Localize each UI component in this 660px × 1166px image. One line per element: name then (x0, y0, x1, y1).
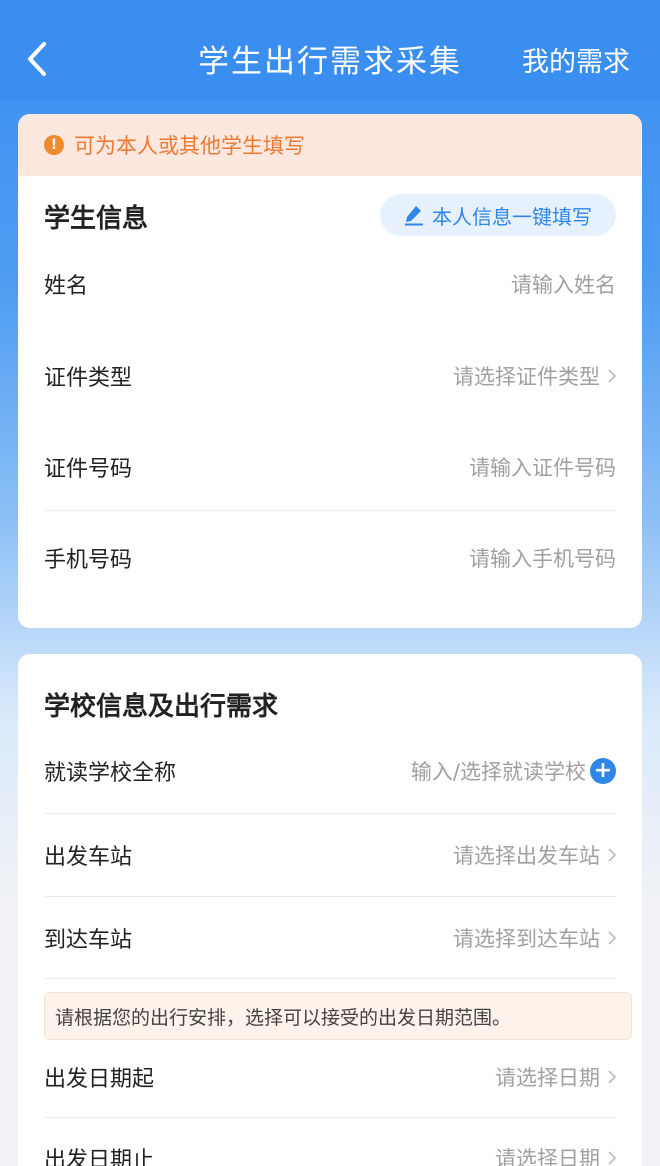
field-label: 手机号码 (44, 548, 133, 573)
field-placeholder: 请输入证件号码 (469, 456, 616, 480)
field-label: 证件号码 (44, 457, 133, 482)
field-label: 证件类型 (44, 366, 133, 391)
field-placeholder: 请选择日期 (495, 1066, 600, 1090)
quick-fill-label: 本人信息一键填写 (432, 204, 592, 229)
date-start-select[interactable]: 请选择日期 (495, 1062, 616, 1092)
nav-bar: 学生出行需求采集 我的需求 (0, 0, 660, 100)
field-date-end[interactable]: 出发日期止 请选择日期 (44, 1138, 616, 1166)
phone-input[interactable]: 请输入手机号码 (469, 543, 616, 573)
id-number-input[interactable]: 请输入证件号码 (469, 452, 616, 482)
field-label: 出发车站 (44, 845, 133, 870)
notice-text: 可为本人或其他学生填写 (74, 134, 305, 158)
exclamation-icon: ! (44, 135, 64, 155)
field-name[interactable]: 姓名 请输入姓名 (44, 264, 616, 304)
field-arrival-station[interactable]: 到达车站 请选择到达车站 (44, 918, 616, 958)
name-input[interactable]: 请输入姓名 (511, 269, 616, 299)
date-end-select[interactable]: 请选择日期 (495, 1143, 616, 1166)
field-departure-station[interactable]: 出发车站 请选择出发车站 (44, 835, 616, 875)
divider (44, 510, 616, 511)
chevron-right-icon (608, 848, 616, 862)
pencil-icon (404, 204, 424, 226)
field-placeholder: 请选择到达车站 (453, 927, 600, 951)
field-label: 就读学校全称 (44, 761, 177, 786)
departure-station-select[interactable]: 请选择出发车站 (453, 840, 616, 870)
field-placeholder: 请输入手机号码 (469, 547, 616, 571)
section-title-student: 学生信息 (44, 204, 149, 234)
chevron-right-icon (608, 931, 616, 945)
field-placeholder: 请选择证件类型 (453, 365, 600, 389)
chevron-right-icon (608, 1070, 616, 1084)
chevron-right-icon (608, 369, 616, 383)
date-range-tip: 请根据您的出行安排，选择可以接受的出发日期范围。 (44, 992, 632, 1040)
field-placeholder: 请输入姓名 (511, 273, 616, 297)
divider (44, 1117, 616, 1118)
school-travel-card: 学校信息及出行需求 就读学校全称 输入/选择就读学校 + 出发车站 请选择出发车… (18, 654, 642, 1166)
field-placeholder: 请选择出发车站 (453, 844, 600, 868)
field-label: 出发日期止 (44, 1148, 155, 1166)
notice-banner: ! 可为本人或其他学生填写 (18, 114, 642, 176)
field-date-start[interactable]: 出发日期起 请选择日期 (44, 1057, 616, 1097)
field-placeholder: 请选择日期 (495, 1147, 600, 1166)
field-school[interactable]: 就读学校全称 输入/选择就读学校 + (44, 751, 616, 791)
add-icon[interactable]: + (590, 758, 616, 784)
divider (44, 896, 616, 897)
divider (44, 978, 616, 979)
field-phone[interactable]: 手机号码 请输入手机号码 (44, 538, 616, 578)
school-input[interactable]: 输入/选择就读学校 + (411, 756, 616, 786)
field-id-type[interactable]: 证件类型 请选择证件类型 (44, 356, 616, 396)
id-type-select[interactable]: 请选择证件类型 (453, 361, 616, 391)
my-requests-link[interactable]: 我的需求 (522, 40, 630, 79)
field-id-number[interactable]: 证件号码 请输入证件号码 (44, 447, 616, 487)
field-label: 出发日期起 (44, 1067, 155, 1092)
field-label: 到达车站 (44, 928, 133, 953)
student-info-card: ! 可为本人或其他学生填写 学生信息 本人信息一键填写 姓名 请输入姓名 证件类… (18, 114, 642, 628)
arrival-station-select[interactable]: 请选择到达车站 (453, 923, 616, 953)
chevron-right-icon (608, 1151, 616, 1165)
quick-fill-button[interactable]: 本人信息一键填写 (380, 194, 616, 236)
field-label: 姓名 (44, 274, 89, 299)
divider (44, 813, 616, 814)
field-placeholder: 输入/选择就读学校 (410, 760, 586, 784)
section-title-school: 学校信息及出行需求 (44, 692, 279, 722)
